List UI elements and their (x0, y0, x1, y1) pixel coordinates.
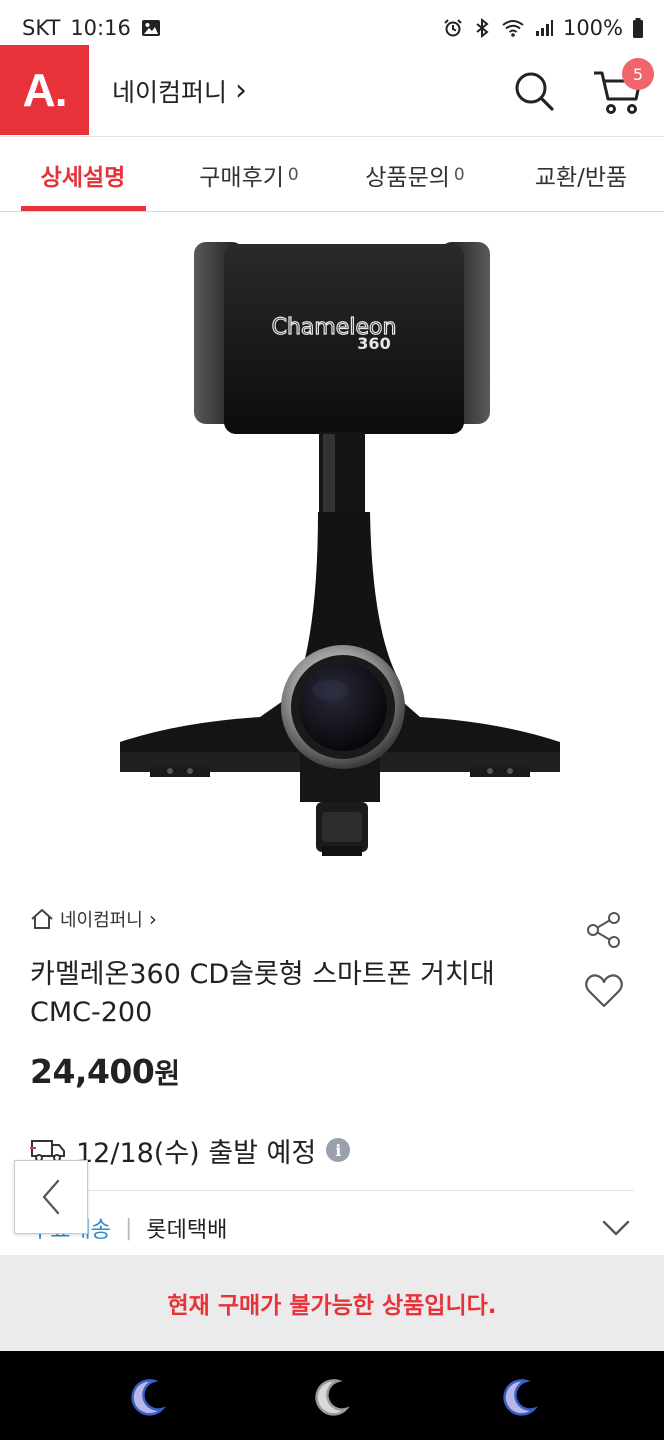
tab-label: 교환/반품 (534, 165, 628, 191)
tab-description[interactable]: 상세설명 (0, 138, 166, 212)
courier-name: 롯데택배 (146, 1218, 228, 1243)
home-icon (31, 909, 53, 929)
search-icon[interactable] (512, 69, 556, 113)
battery-percent: 100% (562, 16, 623, 40)
tab-count: 0 (453, 165, 465, 185)
back-nav-button[interactable] (494, 1375, 544, 1421)
battery-icon (633, 18, 643, 38)
divider (30, 1190, 634, 1191)
back-button[interactable] (14, 1160, 88, 1234)
home-button[interactable] (306, 1375, 356, 1421)
cart-count-badge: 5 (622, 58, 654, 90)
chevron-right-icon: › (235, 73, 248, 108)
tab-inquiries[interactable]: 상품문의 0 (332, 138, 498, 212)
logo-text: A. (22, 64, 68, 116)
wifi-icon (502, 20, 524, 37)
signal-icon (535, 20, 553, 36)
separator: | (124, 1215, 133, 1241)
tab-reviews[interactable]: 구매후기 0 (166, 138, 332, 212)
gallery-icon (141, 20, 160, 36)
store-name-label: 네이컴퍼니 (112, 78, 228, 107)
brand-logo[interactable]: A. (0, 45, 89, 135)
price-value: 24,400 (30, 1052, 155, 1091)
carrier-label: SKT (22, 16, 61, 40)
active-tab-indicator (21, 206, 146, 211)
tab-label: 상품문의 (365, 165, 450, 191)
heart-icon[interactable] (584, 972, 624, 1010)
model-logo-text: 360 (357, 334, 390, 353)
purchase-unavailable-bar: 현재 구매가 불가능한 상품입니다. (0, 1255, 664, 1351)
store-name-link[interactable]: 네이컴퍼니 › (112, 73, 247, 109)
alarm-icon (444, 19, 462, 37)
chevron-left-icon (42, 1179, 60, 1215)
clock: 10:16 (70, 16, 131, 40)
tab-count: 0 (287, 165, 299, 185)
seller-name: 네이컴퍼니 (60, 910, 143, 931)
tab-label: 구매후기 (199, 165, 284, 191)
app-header: A. 네이컴퍼니 › (0, 45, 664, 137)
product-title: 카멜레온360 CD슬롯형 스마트폰 거치대 CMC-200 (30, 959, 495, 1028)
dispatch-date: 12/18(수) 출발 예정 (76, 1137, 317, 1169)
product-image[interactable]: Chameleon 360 (0, 212, 664, 882)
chevron-down-icon[interactable] (600, 1212, 632, 1244)
product-price: 24,400원 (30, 1052, 180, 1092)
recent-apps-button[interactable] (122, 1375, 172, 1421)
status-left: SKT 10:16 (22, 16, 161, 40)
system-nav-bar (0, 1351, 664, 1440)
tab-label: 상세설명 (40, 165, 126, 191)
price-currency: 원 (154, 1057, 180, 1090)
bluetooth-icon (476, 18, 489, 38)
tab-exchange-return[interactable]: 교환/반품 (498, 138, 664, 212)
share-icon[interactable] (584, 910, 624, 950)
info-icon[interactable]: i (326, 1138, 351, 1162)
detail-tabs: 상세설명 구매후기 0 상품문의 0 교환/반품 (0, 138, 664, 212)
seller-link[interactable]: 네이컴퍼니 › (30, 906, 157, 932)
status-right: 100% (443, 16, 644, 40)
chevron-right-icon: › (148, 907, 157, 931)
unavailable-message: 현재 구매가 불가능한 상품입니다. (167, 1293, 497, 1319)
